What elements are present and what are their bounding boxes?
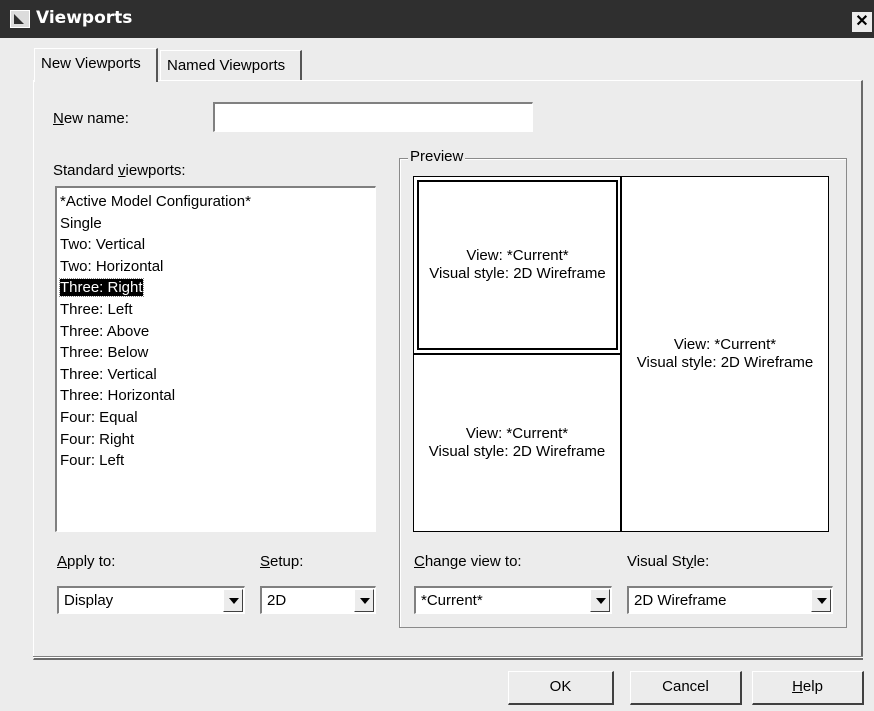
visual-style-select[interactable]: 2D Wireframe [627, 586, 833, 614]
new-name-label: New name: [53, 110, 129, 127]
viewports-app-icon [10, 10, 30, 28]
list-item[interactable]: Three: Above [57, 321, 375, 343]
ok-button[interactable]: OK [508, 671, 614, 705]
standard-viewports-list[interactable]: *Active Model Configuration* Single Two:… [55, 186, 376, 532]
change-view-select[interactable]: *Current* [414, 586, 612, 614]
preview-viewport-top-left[interactable]: View: *Current* Visual style: 2D Wirefra… [417, 180, 618, 350]
apply-to-select[interactable]: Display [57, 586, 245, 614]
list-item[interactable]: Two: Vertical [57, 234, 375, 256]
list-item[interactable]: Four: Right [57, 429, 375, 451]
list-item[interactable]: Four: Left [57, 450, 375, 472]
viewport-view-text: View: *Current* [465, 425, 569, 442]
list-item[interactable]: *Active Model Configuration* [57, 191, 375, 213]
chevron-down-icon[interactable] [811, 589, 831, 612]
list-item[interactable]: Two: Horizontal [57, 256, 375, 278]
change-view-value: *Current* [421, 592, 483, 609]
preview-area: View: *Current* Visual style: 2D Wirefra… [413, 176, 829, 532]
list-item[interactable]: Three: Below [57, 342, 375, 364]
list-item-selected[interactable]: Three: Right [57, 277, 375, 299]
setup-select[interactable]: 2D [260, 586, 376, 614]
list-item[interactable]: Single [57, 213, 375, 235]
window-title: Viewports [36, 8, 133, 28]
new-name-input[interactable] [213, 102, 533, 132]
apply-to-label: Apply to: [57, 553, 116, 570]
separator [33, 656, 863, 658]
tab-new-viewports[interactable]: New Viewports [34, 48, 158, 82]
visual-style-value: 2D Wireframe [634, 592, 727, 609]
apply-to-value: Display [64, 592, 114, 609]
chevron-down-icon[interactable] [590, 589, 610, 612]
preview-viewport-bottom-left[interactable]: View: *Current* Visual style: 2D Wirefra… [414, 353, 620, 531]
list-item[interactable]: Three: Vertical [57, 364, 375, 386]
standard-viewports-label: Standard viewports: [53, 162, 186, 179]
close-button[interactable]: ✕ [852, 12, 872, 32]
chevron-down-icon[interactable] [354, 589, 374, 612]
setup-label: Setup: [260, 553, 304, 570]
list-item[interactable]: Three: Left [57, 299, 375, 321]
preview-label: Preview [408, 148, 466, 165]
help-button[interactable]: Help [752, 671, 864, 705]
tab-named-viewports[interactable]: Named Viewports [160, 50, 302, 80]
viewport-view-text: View: *Current* [673, 336, 777, 353]
preview-viewport-right[interactable]: View: *Current* Visual style: 2D Wirefra… [620, 177, 828, 531]
chevron-down-icon[interactable] [223, 589, 243, 612]
list-item[interactable]: Three: Horizontal [57, 385, 375, 407]
viewport-style-text: Visual style: 2D Wireframe [428, 443, 606, 460]
active-viewport-frame [418, 181, 617, 349]
title-bar: Viewports ✕ [0, 0, 874, 38]
visual-style-label: Visual Style: [627, 553, 710, 570]
cancel-button[interactable]: Cancel [630, 671, 742, 705]
list-item[interactable]: Four: Equal [57, 407, 375, 429]
change-view-label: Change view to: [414, 553, 522, 570]
setup-value: 2D [267, 592, 287, 609]
viewport-style-text: Visual style: 2D Wireframe [636, 354, 814, 371]
